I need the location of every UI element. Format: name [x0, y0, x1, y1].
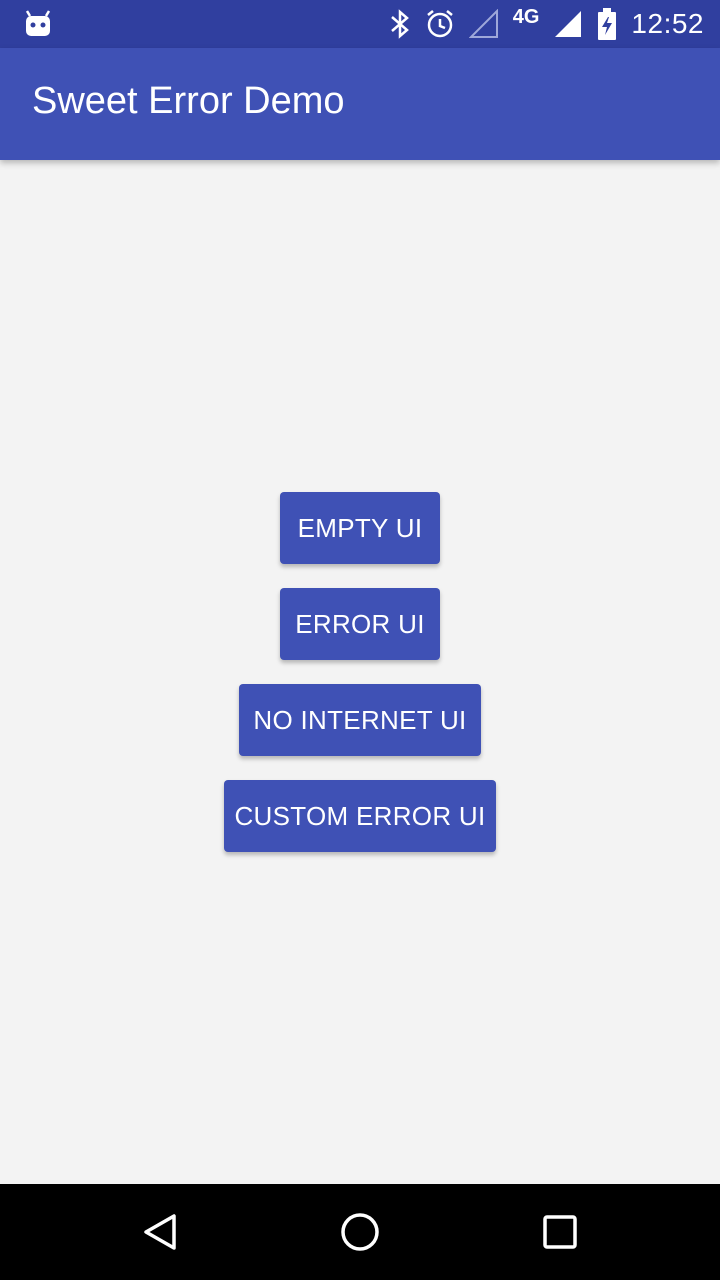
app-bar: Sweet Error Demo: [0, 48, 720, 160]
page-title: Sweet Error Demo: [32, 80, 345, 122]
network-type: 4G: [512, 5, 540, 28]
no-internet-ui-button[interactable]: NO INTERNET UI: [239, 684, 481, 756]
error-ui-button[interactable]: ERROR UI: [280, 588, 440, 660]
clock: 12:52: [631, 8, 704, 39]
recents-icon[interactable]: [536, 1208, 584, 1256]
empty-ui-button[interactable]: EMPTY UI: [280, 492, 440, 564]
signal-empty-icon: [468, 9, 499, 39]
navigation-bar: [0, 1184, 720, 1280]
android-debug-icon: [24, 10, 52, 38]
alarm-icon: [425, 9, 455, 39]
battery-charging-icon: [597, 8, 617, 40]
home-icon[interactable]: [336, 1208, 384, 1256]
back-icon[interactable]: [136, 1208, 184, 1256]
status-bar: 4G 12:52: [0, 0, 720, 48]
signal-full-icon: [553, 9, 583, 39]
custom-error-ui-button[interactable]: CUSTOM ERROR UI: [224, 780, 496, 852]
bluetooth-icon: [389, 9, 411, 39]
